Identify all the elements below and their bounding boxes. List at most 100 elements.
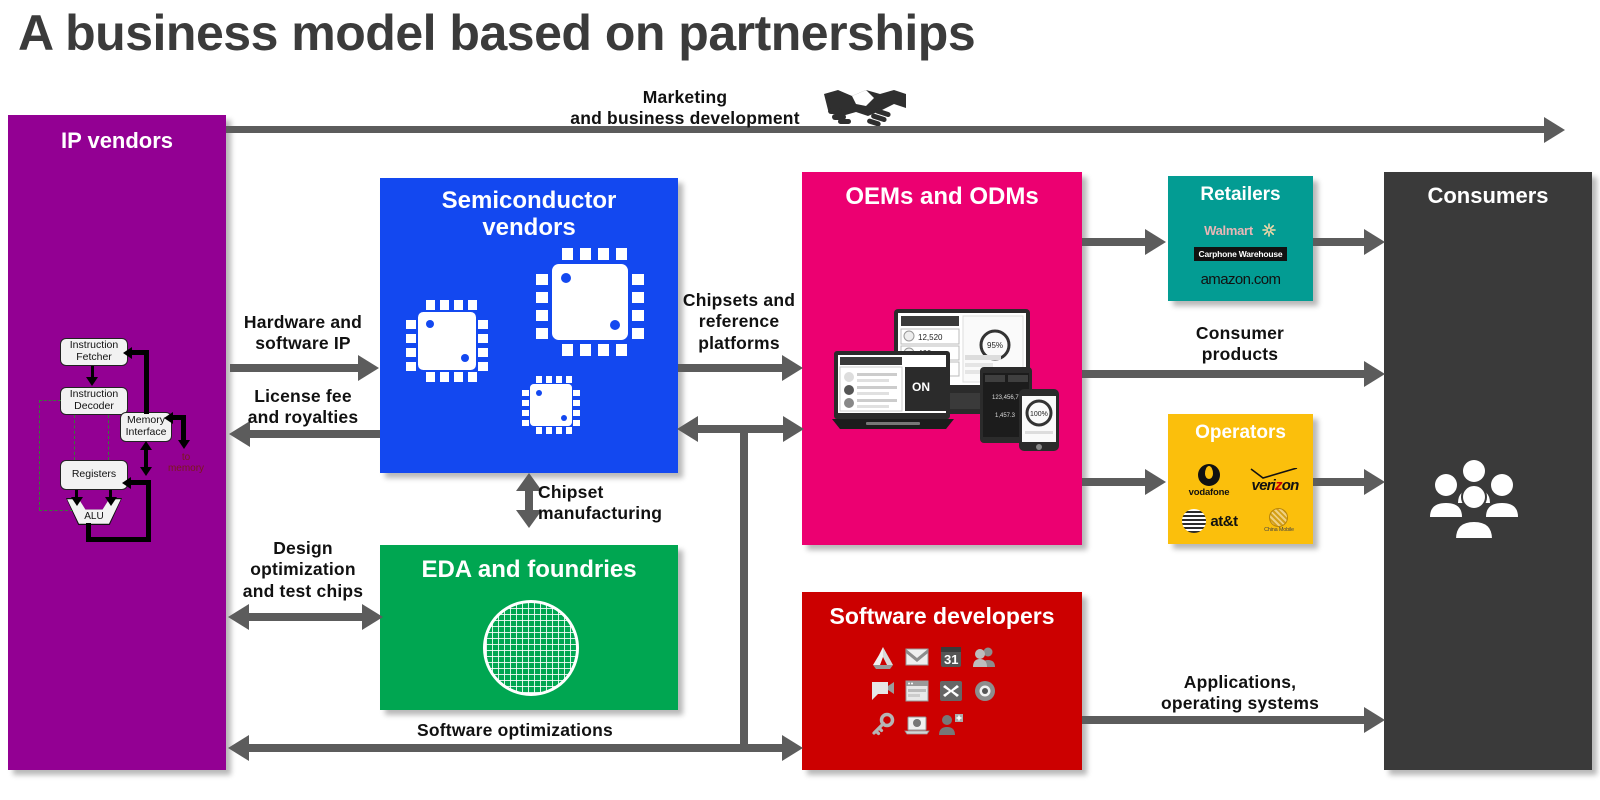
logo-verizon-text: veri: [1251, 477, 1276, 494]
box-software-developers-label: Software developers: [829, 603, 1055, 629]
cpu-edge-to-memory-h: [172, 415, 186, 420]
cpu-edge-alu-loop-t: [130, 480, 151, 485]
arrow-hardware-ip-head: [358, 355, 379, 381]
logo-verizon: verizon: [1242, 462, 1308, 500]
arrow-software-optimizations-head-left: [228, 735, 249, 761]
logo-carphone-warehouse-text: Carphone Warehouse: [1193, 247, 1288, 261]
box-eda-foundries[interactable]: EDA and foundries: [380, 545, 678, 710]
box-semiconductor-vendors[interactable]: Semiconductor vendors: [380, 178, 678, 473]
arrow-hardware-ip-shaft: [230, 364, 360, 372]
logo-carphone-warehouse: Carphone Warehouse: [1168, 246, 1313, 262]
arrow-retailers-consumers-shaft: [1313, 238, 1366, 246]
arrow-design-optimization-head-left: [228, 604, 249, 630]
arrow-marketing-head: [1544, 116, 1565, 143]
arrow-chipsets-head: [782, 355, 803, 381]
cpu-arrowhead-registers: [122, 476, 131, 489]
logo-china-mobile: China Mobile: [1248, 506, 1310, 536]
cpu-control-line-2: [108, 415, 109, 460]
cpu-arrowhead-alu-2: [104, 497, 117, 506]
sites-icon: [904, 678, 930, 704]
arrow-applications-shaft: [1082, 716, 1367, 724]
cpu-registers: Registers: [60, 460, 128, 490]
arrow-consumer-products-head: [1364, 361, 1385, 387]
cpu-arrowhead-decode: [86, 377, 98, 386]
svg-text:1,457.3: 1,457.3: [995, 413, 1016, 419]
arrow-software-optimizations-shaft: [246, 744, 788, 752]
cpu-arrowhead-memif-up: [139, 441, 152, 450]
arrow-oem-operators-shaft: [1082, 478, 1146, 486]
calendar-icon: 31: [938, 644, 964, 670]
box-oems-odms[interactable]: OEMs and ODMs 12,520 460 6.2 95%: [802, 172, 1082, 545]
logo-vodafone: vodafone: [1176, 462, 1242, 500]
arrow-chipsets-shaft: [678, 364, 784, 372]
svg-text:100%: 100%: [1030, 411, 1048, 418]
box-ip-vendors-label: IP vendors: [60, 128, 174, 153]
add-person-icon: [938, 712, 964, 738]
label-license-fee: License fee and royalties: [247, 386, 359, 428]
logo-walmart-text: Walmart: [1204, 222, 1253, 238]
label-design-optimization: Design optimization and test chips: [242, 538, 364, 601]
multi-device-illustration: 12,520 460 6.2 95%: [832, 307, 1067, 452]
cpu-arrowhead-alu-1: [70, 497, 83, 506]
cpu-arrowhead-regs-down: [139, 467, 152, 476]
laptop-icon: [904, 712, 930, 738]
cpu-control-line-3-bot: [39, 510, 73, 511]
logo-vodafone-text: vodafone: [1188, 487, 1230, 498]
cpu-edge-alu-loop-v: [146, 480, 151, 542]
key-icon: [870, 712, 896, 738]
label-hardware-software-ip: Hardware and software IP: [243, 312, 363, 354]
label-marketing: Marketing and business development: [570, 87, 800, 129]
hangouts-icon: [870, 678, 896, 704]
arrow-consumer-products-shaft: [1082, 370, 1367, 378]
svg-text:ON: ON: [912, 380, 930, 394]
box-retailers-label: Retailers: [1200, 184, 1281, 205]
drive-icon: [870, 644, 896, 670]
logo-amazon-suffix: .com: [1250, 270, 1281, 288]
box-ip-vendors[interactable]: IP vendors Instruction Fetcher Instructi…: [8, 115, 226, 770]
chip-icon-small: [520, 374, 582, 436]
chip-icon-large: [534, 246, 646, 358]
cpu-instruction-fetcher: Instruction Fetcher: [60, 338, 128, 366]
vodafone-mark-icon: [1197, 464, 1220, 486]
handshake-icon: [822, 84, 908, 127]
logo-verizon-tail: on: [1281, 477, 1300, 494]
arrow-operators-consumers-head: [1364, 469, 1385, 495]
label-consumer-products: Consumer products: [1195, 323, 1285, 365]
gmail-icon: [904, 644, 930, 670]
svg-text:12,520: 12,520: [918, 333, 943, 342]
chrome-icon: [972, 678, 998, 704]
contacts-icon: [972, 644, 998, 670]
arrow-license-fee-shaft: [250, 430, 380, 438]
logo-amazon-text: amazon.com: [1201, 271, 1281, 288]
box-consumers[interactable]: Consumers: [1384, 172, 1592, 770]
cpu-edge-mem-fetch-h: [131, 350, 149, 355]
box-retailers[interactable]: Retailers Walmart Carphone Warehouse ama…: [1168, 176, 1313, 301]
box-software-developers[interactable]: Software developers 31: [802, 592, 1082, 770]
admin-icon: [938, 678, 964, 704]
logo-amazon-word: amazon: [1200, 270, 1251, 288]
svg-text:95%: 95%: [987, 341, 1003, 350]
arrow-operators-consumers-shaft: [1313, 478, 1366, 486]
people-group-icon: [1424, 457, 1524, 541]
arrow-applications-head: [1364, 707, 1385, 733]
box-operators[interactable]: Operators vodafone verizon at&t China Mo…: [1168, 414, 1313, 544]
china-mobile-mark-icon: [1269, 508, 1289, 528]
cpu-arrowhead-memif: [164, 411, 173, 424]
arrow-semi-oem-bidir-head-left: [677, 416, 698, 442]
arrow-marketing-shaft: [226, 126, 1546, 133]
cpu-arrowhead-to-memory: [177, 440, 190, 449]
page-title: A business model based on partnerships: [18, 5, 976, 61]
label-chipsets-reference: Chipsets and reference platforms: [682, 290, 796, 353]
cpu-block-diagram: Instruction Fetcher Instruction Decoder …: [38, 320, 204, 550]
arrow-software-optimizations-head-right: [782, 735, 803, 761]
logo-verizon-accent: z: [1275, 477, 1282, 494]
arrow-vertical-bus: [740, 433, 748, 748]
walmart-spark-icon: [1262, 223, 1276, 237]
arrow-design-optimization-head-right: [362, 604, 383, 630]
box-eda-foundries-label: EDA and foundries: [421, 556, 637, 583]
arrow-semi-oem-bidir-head-right: [783, 416, 804, 442]
arrow-oem-retailers-head: [1145, 229, 1166, 255]
cpu-control-line-3: [39, 400, 40, 510]
cpu-edge-mem-fetch-v: [144, 350, 149, 414]
label-software-optimizations: Software optimizations: [417, 720, 613, 740]
